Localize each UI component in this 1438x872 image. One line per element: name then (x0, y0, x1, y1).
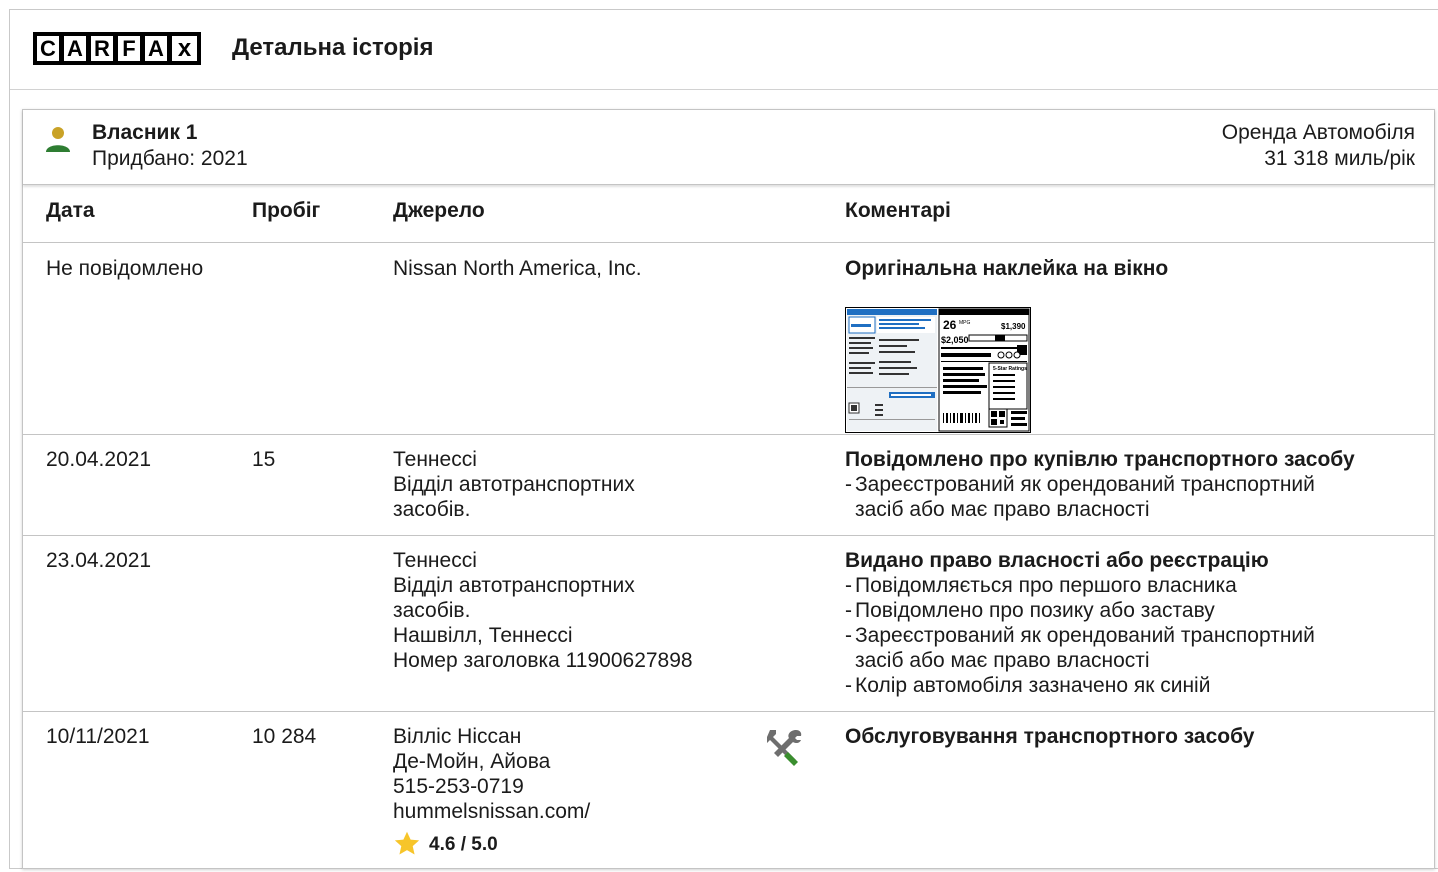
record-source: Вілліс Ніссан Де-Мойн, Айова 515-253-071… (393, 724, 590, 858)
sticker-mpg: 26 (943, 318, 957, 332)
source-line: Нашвілл, Теннессі (393, 624, 573, 647)
column-mileage: Пробіг (252, 199, 321, 222)
table-row: 23.04.2021 Теннессі Відділ автотранспорт… (23, 536, 1434, 712)
owner-type: Оренда Автомобіля (1221, 121, 1415, 144)
dealer-rating[interactable]: 4.6 / 5.0 (393, 830, 590, 858)
comment-line: Повідомлено про позику або заставу (855, 599, 1215, 622)
comment-item: - Повідомляється про першого власника (845, 574, 1237, 597)
comment-item: - Повідомлено про позику або заставу (845, 599, 1215, 622)
column-source: Джерело (393, 199, 485, 222)
comment-item: - Зареєстрований як орендований транспор… (845, 624, 1315, 672)
record-date: Не повідомлено (46, 257, 204, 280)
report-header: C A R F A x Детальна історія (10, 10, 1438, 90)
comment-line: Колір автомобіля зазначено як синій (855, 674, 1211, 697)
comment-title: Оригінальна наклейка на вікно (845, 257, 1169, 280)
source-line: засобів. (393, 498, 471, 521)
record-comments: Повідомлено про купівлю транспортного за… (845, 447, 1355, 522)
source-line: засобів. (393, 599, 471, 622)
comment-line: засіб або має право власності (855, 498, 1150, 521)
logo-letter: C (35, 34, 61, 63)
logo-letter: x (170, 34, 199, 63)
record-comments: Видано право власності або реєстрацію -П… (845, 548, 1315, 698)
record-date: 23.04.2021 (46, 549, 152, 572)
comment-item: - Колір автомобіля зазначено як синій (845, 674, 1211, 697)
dealer-phone[interactable]: 515-253-0719 (393, 774, 590, 799)
logo-letter: A (143, 34, 169, 63)
comment-line: Зареєстрований як орендований транспортн… (855, 624, 1315, 647)
star-icon (394, 831, 420, 855)
column-comments: Коментарі (845, 199, 951, 222)
record-source: Nissan North America, Inc. (393, 256, 642, 281)
logo-letter: A (62, 34, 88, 63)
person-icon (46, 127, 70, 152)
comment-title: Видано право власності або реєстрацію (845, 549, 1269, 572)
table-header: Дата Пробіг Джерело Коментарі (23, 185, 1434, 243)
owner-purchased: Придбано: 2021 (92, 147, 248, 170)
sticker-fuel-cost: $2,050 (941, 335, 969, 345)
page-title: Детальна історія (232, 34, 434, 61)
sticker-mpg-unit: MPG (959, 320, 971, 326)
table-row: 20.04.2021 15 Теннессі Відділ автотрансп… (23, 435, 1434, 536)
wrench-screwdriver-icon (767, 730, 802, 766)
sticker-rating-label: 5-Star Ratings (993, 366, 1027, 372)
column-date: Дата (46, 199, 95, 222)
table-row: Не повідомлено Nissan North America, Inc… (23, 243, 1434, 435)
comment-line: засіб або має право власності (855, 649, 1150, 672)
owner-name: Власник 1 (92, 121, 198, 144)
window-sticker-thumbnail[interactable]: 26 MPG $1,390 $2,050 5-Star Ratings (845, 307, 1031, 433)
dealer-name[interactable]: Вілліс Ніссан (393, 724, 590, 749)
record-date: 10/11/2021 (46, 725, 150, 748)
owner-summary: Власник 1 Придбано: 2021 Оренда Автомобі… (23, 110, 1434, 185)
record-source: Теннессі Відділ автотранспортних засобів… (393, 548, 693, 673)
comment-item: - Зареєстрований як орендований транспор… (845, 473, 1315, 521)
comment-line: Повідомляється про першого власника (855, 574, 1237, 597)
record-date: 20.04.2021 (46, 448, 152, 471)
record-source: Теннессі Відділ автотранспортних засобів… (393, 447, 635, 522)
dealer-website-link[interactable]: hummelsnissan.com/ (393, 799, 590, 824)
carfax-logo[interactable]: C A R F A x (33, 32, 201, 65)
source-line: Теннессі (393, 448, 477, 471)
logo-letter: R (89, 34, 115, 63)
source-line: Номер заголовка 11900627898 (393, 649, 693, 672)
source-line: Теннессі (393, 549, 477, 572)
comment-title: Обслуговування транспортного засобу (845, 725, 1255, 748)
comment-line: Зареєстрований як орендований транспортн… (855, 473, 1315, 496)
table-row: 10/11/2021 10 284 Вілліс Ніссан Де-Мойн,… (23, 712, 1434, 872)
owner-history-card: Власник 1 Придбано: 2021 Оренда Автомобі… (22, 109, 1435, 869)
sticker-price: $1,390 (1001, 322, 1026, 331)
source-line: Nissan North America, Inc. (393, 257, 642, 280)
record-comments: Обслуговування транспортного засобу (845, 724, 1254, 749)
source-line: Де-Мойн, Айова (393, 750, 551, 773)
logo-letter: F (116, 34, 142, 63)
source-line: Відділ автотранспортних (393, 574, 635, 597)
record-mileage: 15 (252, 448, 276, 471)
comment-title: Повідомлено про купівлю транспортного за… (845, 448, 1355, 471)
rating-value: 4.6 / 5.0 (429, 833, 498, 855)
owner-miles-per-year: 31 318 миль/рік (1264, 147, 1415, 170)
record-mileage: 10 284 (252, 725, 317, 748)
record-comments: Оригінальна наклейка на вікно (845, 256, 1168, 281)
source-line: Відділ автотранспортних (393, 473, 635, 496)
